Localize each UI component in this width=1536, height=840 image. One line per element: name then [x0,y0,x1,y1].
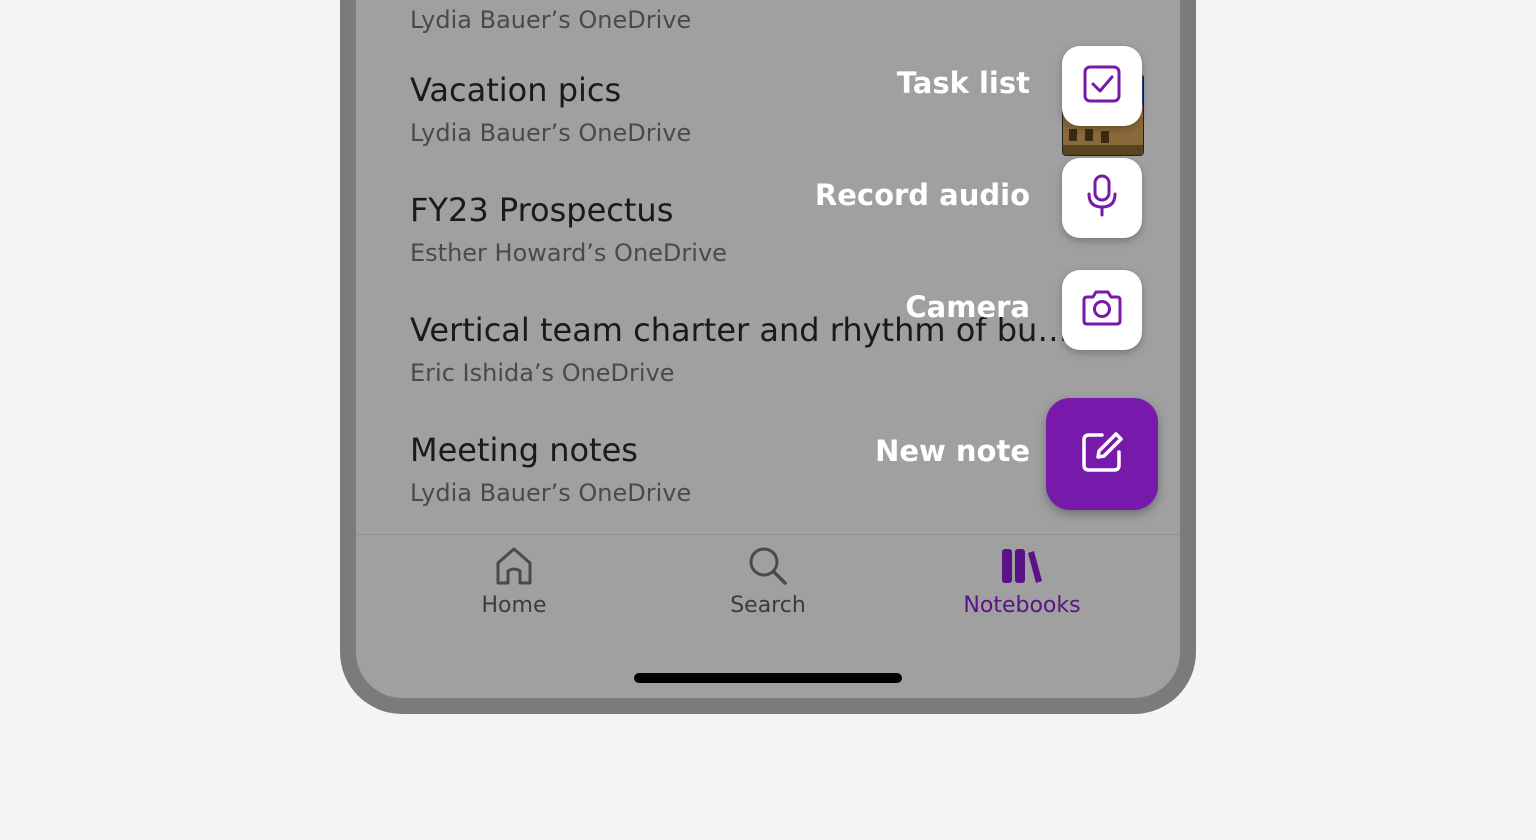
partial-item-owner: Lydia Bauer’s OneDrive [410,6,692,34]
new-note-button[interactable] [1046,398,1158,510]
camera-button[interactable] [1062,270,1142,350]
notebook-owner: Eric Ishida’s OneDrive [410,359,675,387]
home-indicator[interactable] [634,673,902,683]
compose-icon [1080,430,1124,478]
checkbox-icon [1082,64,1122,108]
record-audio-label: Record audio [814,178,1030,212]
task-list-label: Task list [896,66,1030,100]
notebook-owner: Lydia Bauer’s OneDrive [410,479,692,507]
home-icon [434,543,594,589]
camera-label: Camera [905,290,1030,324]
bottom-tab-bar: Home Search Notebooks [356,534,1180,698]
tab-home[interactable]: Home [434,543,594,618]
record-audio-button[interactable] [1062,158,1142,238]
notebook-owner: Esther Howard’s OneDrive [410,239,727,267]
tab-label: Search [730,593,806,618]
notebook-owner: Lydia Bauer’s OneDrive [410,119,692,147]
notebooks-icon [942,543,1102,589]
tab-search[interactable]: Search [688,543,848,618]
tab-label: Notebooks [963,593,1081,618]
tab-notebooks[interactable]: Notebooks [942,543,1102,618]
microphone-icon [1082,174,1122,222]
app-screen: Lydia Bauer’s OneDrive Vacation pics Lyd… [356,0,1180,698]
search-icon [688,543,848,589]
camera-icon [1080,288,1124,332]
new-note-label: New note [875,434,1030,468]
tab-label: Home [481,593,547,618]
task-list-button[interactable] [1062,46,1142,126]
